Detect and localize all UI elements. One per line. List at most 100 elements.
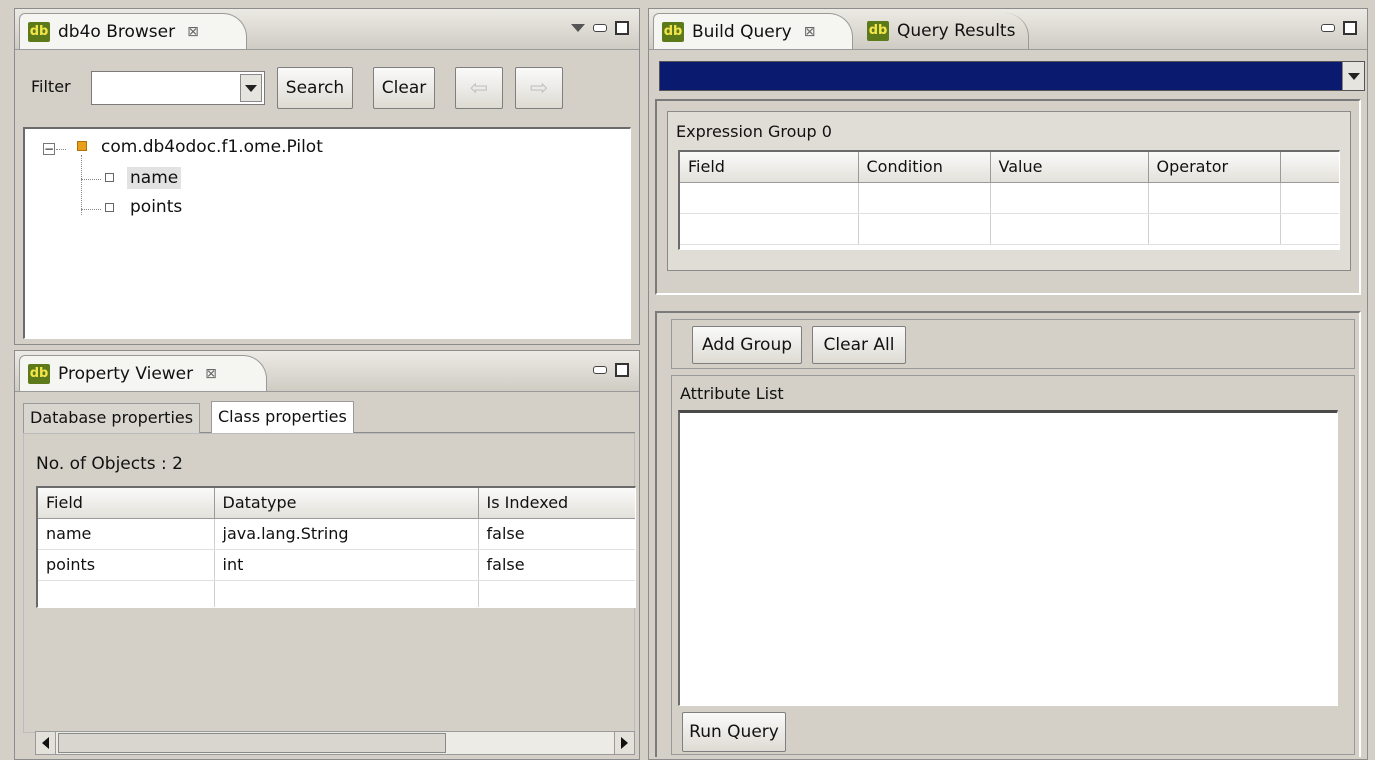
horizontal-scrollbar[interactable] [35, 731, 635, 755]
attribute-list-label: Attribute List [680, 384, 784, 403]
expression-table[interactable]: Field Condition Value Operator [678, 150, 1340, 250]
tab-label: Build Query [692, 21, 792, 42]
chevron-left-icon [42, 737, 49, 749]
tree-root-label[interactable]: com.db4odoc.f1.ome.Pilot [101, 137, 323, 157]
tree-item-name[interactable]: name [127, 167, 182, 189]
chevron-down-icon[interactable] [1342, 62, 1364, 90]
table-row[interactable] [680, 182, 1339, 214]
column-header[interactable]: Value [990, 152, 1149, 183]
class-tree[interactable]: − com.db4odoc.f1.ome.Pilot name points [23, 127, 631, 339]
attribute-list[interactable] [678, 410, 1338, 706]
view-menu-icon[interactable] [571, 24, 585, 32]
table-row[interactable]: name java.lang.String false [38, 518, 635, 550]
tab-label: db4o Browser [58, 21, 176, 42]
field-icon [105, 173, 114, 182]
clear-all-button[interactable]: Clear All [812, 326, 906, 364]
table-cell: int [214, 549, 479, 581]
search-button[interactable]: Search [277, 67, 353, 109]
tree-collapse-toggle[interactable]: − [43, 143, 55, 155]
tab-label: Query Results [897, 21, 1016, 41]
attribute-list-group: Attribute List Run Query [671, 375, 1355, 755]
table-row[interactable] [38, 580, 635, 607]
run-query-button[interactable]: Run Query [682, 712, 786, 752]
table-header-row: Field Datatype Is Indexed [38, 488, 635, 519]
class-icon [77, 141, 87, 151]
filter-combo[interactable] [91, 71, 265, 105]
tab-query-results[interactable]: db Query Results [859, 13, 1029, 49]
db4o-browser-panel: db db4o Browser ⊠ Filter Search Clear ⇦ … [14, 8, 640, 345]
tab-label: Property Viewer [58, 363, 194, 384]
field-icon [105, 203, 114, 212]
property-viewer-panel: db Property Viewer ⊠ Database properties… [14, 350, 640, 760]
scroll-right-button[interactable] [614, 732, 634, 754]
close-icon[interactable]: ⊠ [804, 24, 816, 40]
expression-group-title: Expression Group 0 [676, 122, 832, 141]
column-header [1280, 152, 1339, 183]
minimize-icon[interactable] [593, 24, 607, 32]
group-button-bar: Add Group Clear All [671, 319, 1355, 369]
forward-button[interactable]: ⇨ [515, 67, 563, 109]
window-controls [1321, 21, 1357, 35]
minimize-icon[interactable] [1321, 24, 1335, 32]
tab-class-properties[interactable]: Class properties [211, 401, 354, 434]
property-tabstrip: db Property Viewer ⊠ [15, 351, 639, 392]
expression-group: Expression Group 0 Field Condition Value… [667, 111, 1351, 271]
window-controls [571, 21, 629, 35]
add-group-button[interactable]: Add Group [692, 326, 802, 364]
expression-area: Expression Group 0 Field Condition Value… [655, 99, 1361, 295]
expression-grid: Field Condition Value Operator [680, 152, 1339, 245]
maximize-icon[interactable] [615, 21, 629, 35]
db-icon: db [867, 21, 889, 41]
column-header[interactable]: Datatype [214, 488, 479, 519]
tab-build-query[interactable]: db Build Query ⊠ [653, 13, 853, 49]
browser-tabstrip: db db4o Browser ⊠ [15, 9, 639, 50]
query-controls-area: Add Group Clear All Attribute List Run Q… [655, 311, 1361, 757]
column-header[interactable]: Field [38, 488, 215, 519]
table-cell: points [38, 549, 215, 581]
inner-tabbar: Database properties Class properties [23, 401, 635, 434]
window-controls [593, 363, 629, 377]
table-cell: java.lang.String [214, 518, 479, 550]
properties-grid: Field Datatype Is Indexed name java.lang… [38, 488, 635, 607]
table-cell: false [478, 549, 635, 581]
class-select-combo[interactable] [659, 61, 1365, 91]
table-cell [38, 580, 215, 607]
chevron-right-icon [621, 737, 628, 749]
table-row[interactable]: points int false [38, 549, 635, 581]
build-query-panel: db Build Query ⊠ db Query Results Expres… [648, 8, 1368, 760]
close-icon[interactable]: ⊠ [205, 366, 217, 382]
back-arrow-icon: ⇦ [469, 75, 489, 101]
column-header[interactable]: Field [680, 152, 859, 183]
table-cell [214, 580, 479, 607]
maximize-icon[interactable] [615, 363, 629, 377]
properties-table[interactable]: Field Datatype Is Indexed name java.lang… [36, 486, 636, 608]
clear-button[interactable]: Clear [373, 67, 435, 109]
class-properties-body: No. of Objects : 2 Field Datatype Is Ind… [23, 433, 636, 733]
column-header[interactable]: Is Indexed [478, 488, 635, 519]
forward-arrow-icon: ⇨ [529, 75, 549, 101]
scroll-left-button[interactable] [36, 732, 56, 754]
table-header-row: Field Condition Value Operator [680, 152, 1339, 183]
table-cell: name [38, 518, 215, 550]
minimize-icon[interactable] [593, 366, 607, 374]
close-icon[interactable]: ⊠ [187, 24, 199, 40]
chevron-down-icon[interactable] [240, 74, 262, 102]
back-button[interactable]: ⇦ [455, 67, 503, 109]
column-header[interactable]: Operator [1148, 152, 1281, 183]
query-tabstrip: db Build Query ⊠ db Query Results [649, 9, 1367, 50]
table-cell [478, 580, 635, 607]
tree-item-points[interactable]: points [130, 197, 182, 217]
tab-property-viewer[interactable]: db Property Viewer ⊠ [19, 355, 267, 391]
tab-db4o-browser[interactable]: db db4o Browser ⊠ [19, 13, 247, 49]
db-icon: db [28, 21, 50, 42]
scroll-thumb[interactable] [58, 733, 446, 753]
table-row[interactable] [680, 213, 1339, 245]
db-icon: db [28, 363, 50, 384]
filter-label: Filter [31, 77, 71, 96]
maximize-icon[interactable] [1343, 21, 1357, 35]
db-icon: db [662, 21, 684, 42]
table-cell: false [478, 518, 635, 550]
tab-database-properties[interactable]: Database properties [23, 403, 201, 433]
column-header[interactable]: Condition [858, 152, 991, 183]
object-count: No. of Objects : 2 [36, 454, 183, 474]
